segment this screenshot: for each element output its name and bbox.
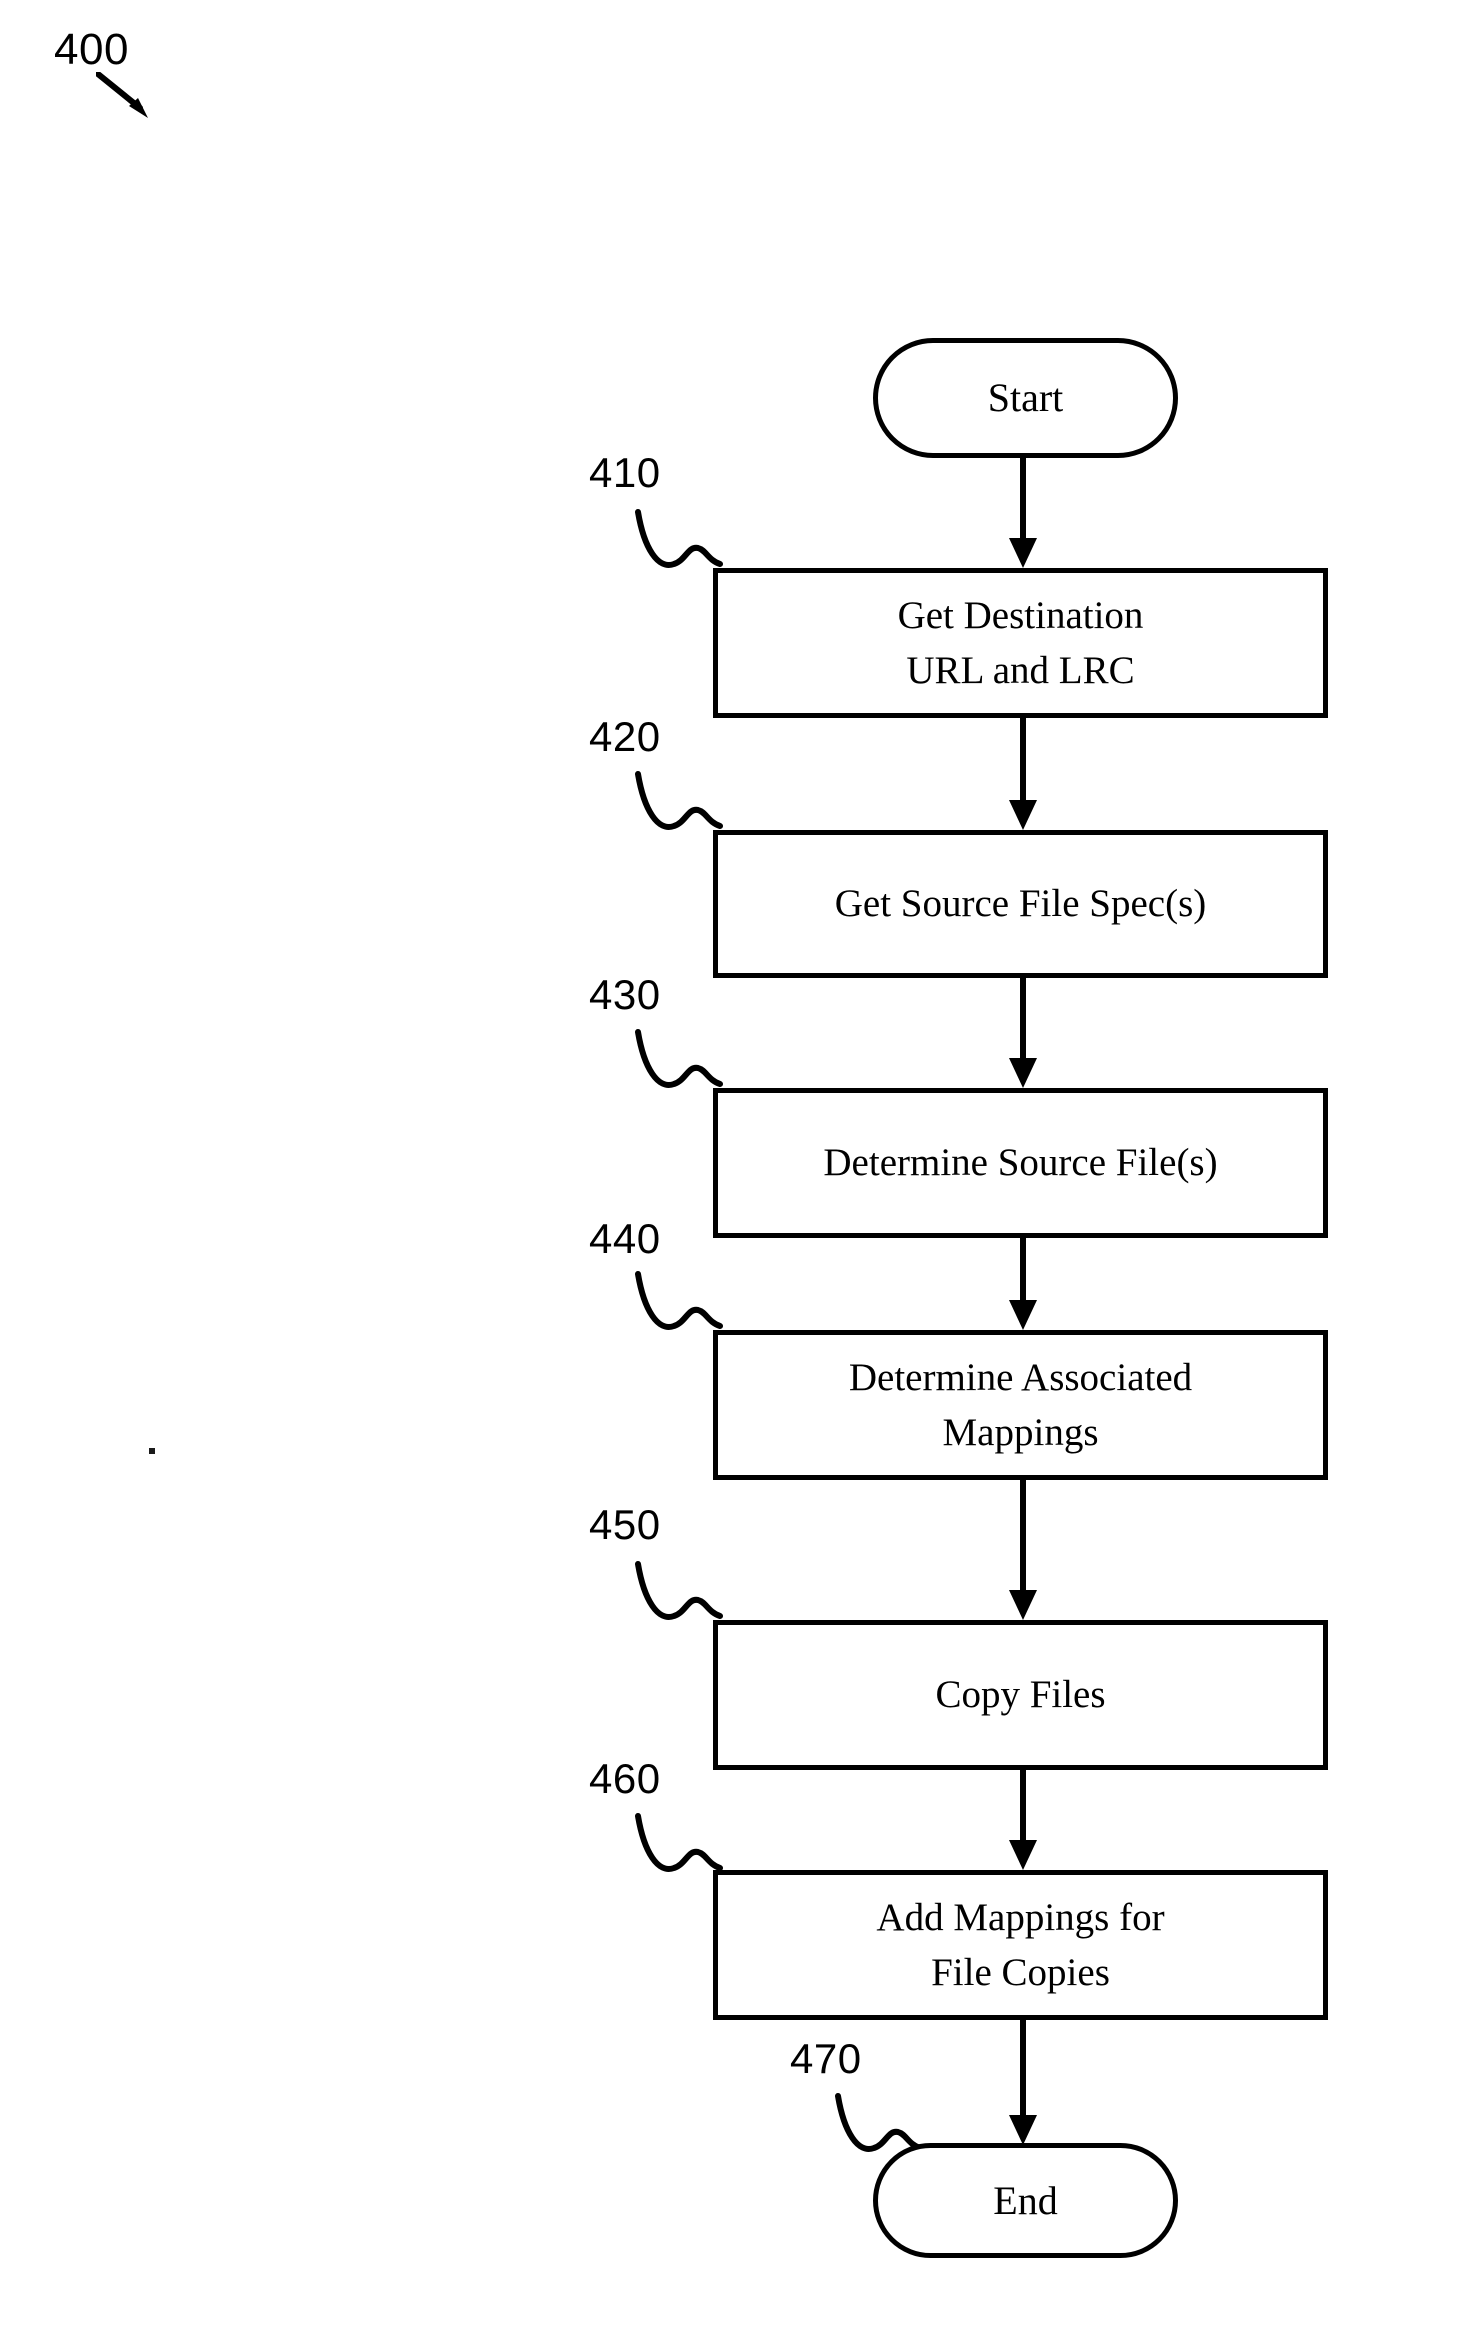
- node-430[interactable]: Determine Source File(s): [713, 1088, 1328, 1238]
- leader-line-450: [634, 1560, 724, 1632]
- node-430-label: Determine Source File(s): [823, 1141, 1218, 1185]
- leader-line-430: [634, 1028, 724, 1100]
- scan-artifact-speck: [149, 1448, 155, 1454]
- edge-430-to-440: [1003, 1238, 1043, 1330]
- ref-number-430: 430: [589, 971, 661, 1018]
- node-440[interactable]: Determine Associated Mappings: [713, 1330, 1328, 1480]
- ref-number-410: 410: [589, 449, 661, 496]
- leader-line-440: [634, 1270, 724, 1342]
- ref-number-440: 440: [589, 1215, 661, 1262]
- edge-420-to-430: [1003, 978, 1043, 1088]
- node-start[interactable]: Start: [873, 338, 1178, 458]
- node-460-label: Add Mappings for File Copies: [876, 1895, 1165, 1994]
- edge-460-to-end: [1003, 2020, 1043, 2145]
- edge-410-to-420: [1003, 718, 1043, 830]
- ref-number-450: 450: [589, 1501, 661, 1548]
- diagonal-arrow-icon: [95, 71, 156, 122]
- node-450[interactable]: Copy Files: [713, 1620, 1328, 1770]
- ref-number-470: 470: [790, 2035, 862, 2082]
- node-410[interactable]: Get Destination URL and LRC: [713, 568, 1328, 718]
- node-end-label: End: [993, 2177, 1058, 2223]
- node-410-label: Get Destination URL and LRC: [897, 593, 1144, 692]
- node-450-label: Copy Files: [935, 1673, 1106, 1717]
- edge-450-to-460: [1003, 1770, 1043, 1870]
- leader-line-410: [634, 508, 724, 580]
- node-420[interactable]: Get Source File Spec(s): [713, 830, 1328, 978]
- node-460[interactable]: Add Mappings for File Copies: [713, 1870, 1328, 2020]
- node-start-label: Start: [987, 375, 1064, 421]
- ref-number-460: 460: [589, 1755, 661, 1802]
- edge-440-to-450: [1003, 1480, 1043, 1620]
- figure-canvas: 400 Start 410 Get Destination URL and LRC…: [0, 0, 1478, 2346]
- leader-line-420: [634, 770, 724, 842]
- node-440-label: Determine Associated Mappings: [848, 1355, 1193, 1454]
- figure-number: 400: [54, 25, 129, 74]
- edge-start-to-410: [1003, 458, 1043, 568]
- node-end[interactable]: End: [873, 2143, 1178, 2258]
- ref-number-420: 420: [589, 713, 661, 760]
- leader-line-460: [634, 1812, 724, 1884]
- node-420-label: Get Source File Spec(s): [834, 882, 1207, 926]
